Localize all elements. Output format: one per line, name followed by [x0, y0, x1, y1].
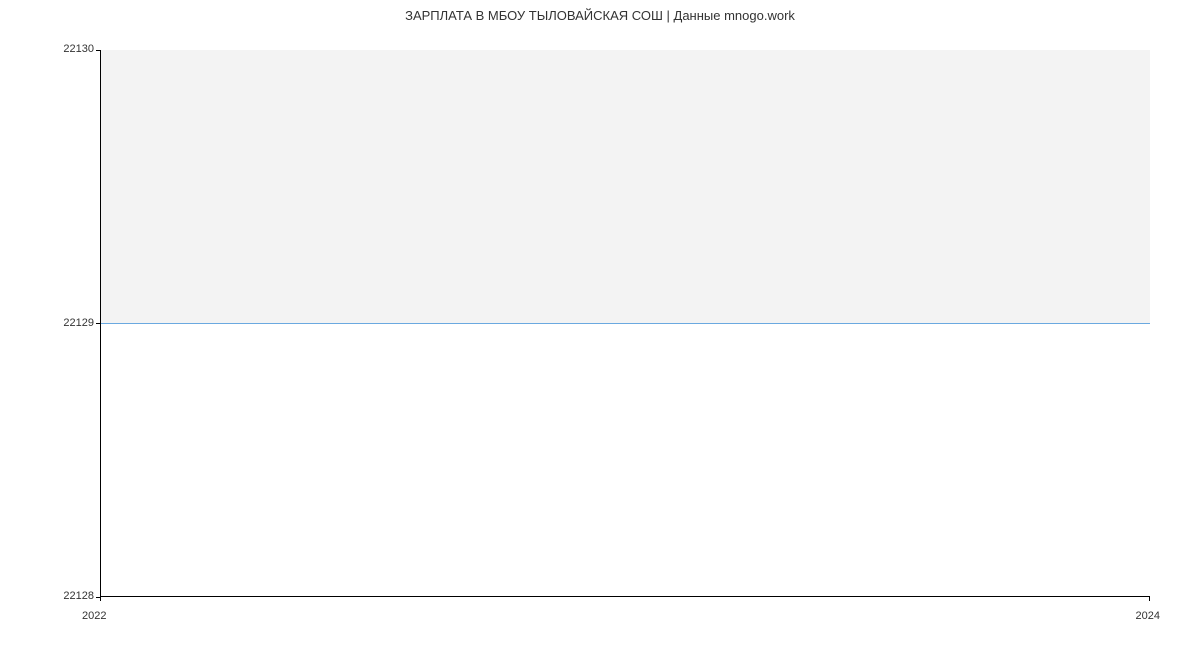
y-tick-mark [96, 50, 100, 51]
y-tick-mark [96, 323, 100, 324]
plot-background-upper [101, 50, 1150, 323]
x-axis-tick-label: 2022 [82, 610, 106, 622]
x-axis-tick-label: 2024 [1136, 610, 1160, 622]
y-axis-tick-label: 22129 [44, 317, 94, 329]
x-tick-mark [100, 597, 101, 601]
data-line [101, 323, 1150, 324]
chart-title: ЗАРПЛАТА В МБОУ ТЫЛОВАЙСКАЯ СОШ | Данные… [0, 8, 1200, 23]
plot-area [100, 50, 1150, 597]
y-axis-tick-label: 22130 [44, 43, 94, 55]
y-axis-tick-label: 22128 [44, 590, 94, 602]
x-tick-mark [1149, 597, 1150, 601]
plot-background-lower [101, 323, 1150, 596]
